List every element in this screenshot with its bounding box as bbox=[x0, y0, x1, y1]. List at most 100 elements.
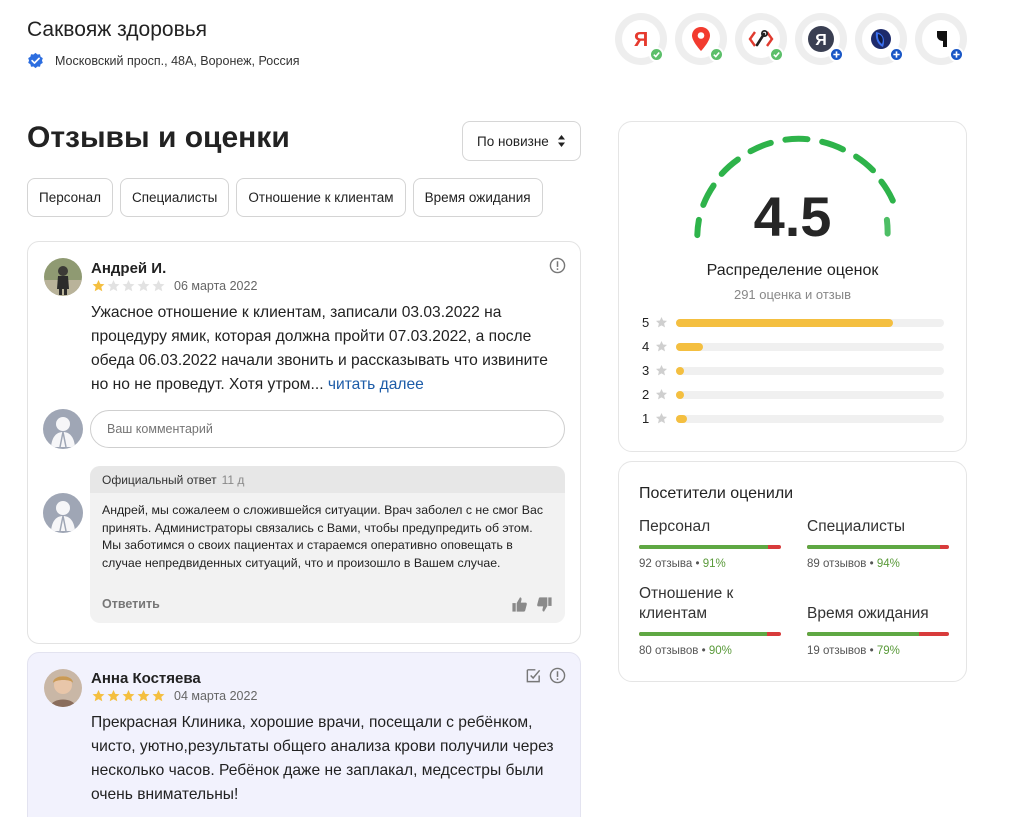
sort-label: По новизне bbox=[477, 133, 549, 149]
sort-arrows-icon bbox=[557, 134, 566, 148]
star-filled-icon bbox=[152, 690, 165, 702]
shield-service-icon[interactable] bbox=[855, 13, 907, 65]
distribution-star-count: 3 bbox=[642, 363, 650, 378]
user-avatar-placeholder bbox=[43, 409, 83, 449]
filter-chip-attitude[interactable]: Отношение к клиентам bbox=[236, 178, 406, 217]
aspect-meta: 80 отзывов • 90% bbox=[639, 645, 732, 657]
aspect-meta: 89 отзывов • 94% bbox=[807, 558, 900, 570]
review-author[interactable]: Андрей И. bbox=[91, 260, 166, 277]
review-card: Анна Костяева 04 марта 2022 Прекрасная К… bbox=[27, 652, 581, 817]
aspect-bar-fill bbox=[807, 545, 941, 549]
filter-chip-staff[interactable]: Персонал bbox=[27, 178, 113, 217]
distribution-bar bbox=[676, 342, 944, 351]
review-rating-stars bbox=[91, 279, 166, 293]
thumbs-down-icon[interactable] bbox=[536, 596, 553, 613]
aspect-bar bbox=[639, 545, 781, 549]
review-rating-stars bbox=[91, 689, 166, 703]
visitors-title: Посетители оценили bbox=[639, 485, 794, 502]
distribution-star-count: 4 bbox=[642, 339, 650, 354]
reply-button[interactable]: Ответить bbox=[102, 597, 160, 611]
star-filled-icon bbox=[92, 690, 105, 702]
connected-check-icon bbox=[649, 47, 664, 62]
maps-pin-service-icon[interactable] bbox=[675, 13, 727, 65]
star-icon bbox=[655, 316, 668, 328]
owner-avatar-placeholder bbox=[43, 493, 83, 533]
aspect-rating-waiting-time[interactable]: Время ожидания 19 отзывов • 79% bbox=[807, 604, 949, 657]
review-author[interactable]: Анна Костяева bbox=[91, 670, 201, 687]
aspect-label: Специалисты bbox=[807, 518, 906, 535]
distribution-row-2[interactable]: 2 bbox=[642, 387, 944, 402]
aspect-label: Время ожидания bbox=[807, 605, 929, 622]
distribution-row-3[interactable]: 3 bbox=[642, 363, 944, 378]
black-glyph-icon bbox=[937, 31, 947, 47]
aspect-bar-fill bbox=[807, 632, 920, 636]
yandex-round-service-icon[interactable]: Я bbox=[795, 13, 847, 65]
visitors-rated-card: Посетители оценили Персонал 92 отзыва • … bbox=[618, 461, 967, 682]
review-date: 06 марта 2022 bbox=[174, 279, 258, 293]
aspect-rating-specialists[interactable]: Специалисты 89 отзывов • 94% bbox=[807, 517, 949, 570]
avatar[interactable] bbox=[44, 669, 82, 707]
star-empty-icon bbox=[122, 280, 135, 292]
business-address: Московский просп., 48А, Воронеж, Россия bbox=[55, 53, 300, 68]
alpha-service-icon[interactable] bbox=[915, 13, 967, 65]
star-empty-icon bbox=[137, 280, 150, 292]
yandex-letter-icon: Я bbox=[634, 29, 648, 50]
report-icon[interactable] bbox=[549, 257, 566, 274]
add-plus-icon bbox=[829, 47, 844, 62]
report-icon[interactable] bbox=[549, 667, 566, 684]
review-text: Ужасное отношение к клиентам, записали 0… bbox=[91, 301, 569, 397]
distribution-bar-fill bbox=[676, 366, 684, 375]
sort-dropdown[interactable]: По новизне bbox=[462, 121, 581, 161]
distribution-title: Распределение оценок bbox=[706, 262, 879, 279]
star-filled-icon bbox=[107, 690, 120, 702]
edit-check-icon[interactable] bbox=[525, 667, 542, 684]
distribution-bar bbox=[676, 390, 944, 399]
distribution-row-1[interactable]: 1 bbox=[642, 411, 944, 426]
filter-chip-specialists[interactable]: Специалисты bbox=[119, 178, 230, 217]
distribution-star-count: 2 bbox=[642, 387, 650, 402]
star-icon bbox=[655, 340, 668, 352]
yandex-service-icon[interactable]: Я bbox=[615, 13, 667, 65]
connected-services: Я Я bbox=[615, 13, 975, 65]
svg-text:Я: Я bbox=[634, 29, 648, 50]
aspect-meta: 19 отзывов • 79% bbox=[807, 645, 900, 657]
star-empty-icon bbox=[152, 280, 165, 292]
official-reply-text: Андрей, мы сожалеем о сложившейся ситуац… bbox=[102, 503, 543, 570]
rating-summary-card: 4.5 Распределение оценок 291 оценка и от… bbox=[618, 121, 967, 452]
avatar[interactable] bbox=[44, 258, 82, 296]
aspect-meta: 92 отзыва • 91% bbox=[639, 558, 726, 570]
average-rating: 4.5 bbox=[753, 185, 832, 248]
read-more-link[interactable]: читать далее bbox=[328, 376, 424, 393]
business-header: Саквояж здоровья Московский просп., 48А,… bbox=[27, 18, 299, 69]
filter-chip-waiting-time[interactable]: Время ожидания bbox=[412, 178, 543, 217]
verified-badge-icon bbox=[28, 52, 43, 69]
distribution-bar-fill bbox=[676, 414, 687, 423]
official-reply-age: 11 д bbox=[221, 473, 245, 487]
aspect-label: Персонал bbox=[639, 518, 711, 535]
aspect-bar-fill bbox=[639, 632, 767, 636]
dev-tools-service-icon[interactable] bbox=[735, 13, 787, 65]
connected-check-icon bbox=[709, 47, 724, 62]
review-card: Андрей И. 06 марта 2022 Ужасное отношени… bbox=[27, 241, 581, 644]
distribution-bar-fill bbox=[676, 318, 894, 327]
star-empty-icon bbox=[107, 280, 120, 292]
business-title: Саквояж здоровья bbox=[27, 18, 208, 41]
distribution-bar bbox=[676, 366, 944, 375]
thumbs-up-icon[interactable] bbox=[511, 596, 528, 613]
distribution-row-4[interactable]: 4 bbox=[642, 339, 944, 354]
map-pin-icon bbox=[692, 27, 710, 51]
distribution-row-5[interactable]: 5 bbox=[642, 315, 944, 330]
reviews-section-title: Отзывы и оценки bbox=[27, 121, 290, 154]
distribution-star-count: 5 bbox=[642, 315, 650, 330]
official-reply-header: Официальный ответ 11 д bbox=[90, 466, 565, 493]
code-wrench-icon bbox=[748, 30, 774, 47]
review-date: 04 марта 2022 bbox=[174, 689, 258, 703]
aspect-rating-attitude[interactable]: Отношение к клиентам 80 отзывов • 90% bbox=[639, 584, 781, 657]
official-reply-label: Официальный ответ bbox=[102, 473, 217, 487]
review-text-body: Ужасное отношение к клиентам, записали 0… bbox=[91, 304, 548, 393]
business-address-row: Московский просп., 48А, Воронеж, Россия bbox=[27, 52, 299, 69]
star-filled-icon bbox=[122, 690, 135, 702]
official-reply: Официальный ответ 11 д Андрей, мы сожалее… bbox=[90, 466, 565, 623]
aspect-rating-staff[interactable]: Персонал 92 отзыва • 91% bbox=[639, 517, 781, 570]
comment-input[interactable] bbox=[90, 410, 565, 448]
